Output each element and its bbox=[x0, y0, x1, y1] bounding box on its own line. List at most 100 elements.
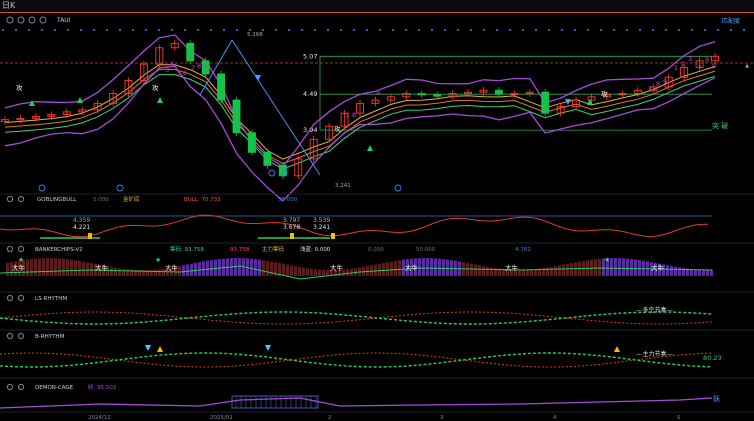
separator-dot bbox=[40, 28, 44, 32]
chip-bar bbox=[42, 258, 45, 276]
separator-dot bbox=[469, 28, 473, 32]
separator-dot bbox=[651, 28, 655, 32]
panel2-item: 4.762 bbox=[515, 247, 531, 253]
buy-triangle bbox=[157, 97, 163, 103]
chip-bar bbox=[474, 264, 477, 276]
separator-dot bbox=[300, 28, 304, 32]
separator-dot bbox=[560, 28, 564, 32]
seq-number: 4 bbox=[170, 60, 174, 68]
chip-bar bbox=[198, 262, 201, 276]
panel-icon[interactable] bbox=[6, 245, 14, 253]
goblin-value: 3.797 bbox=[283, 217, 300, 224]
cage-box bbox=[231, 395, 319, 409]
panel-icon[interactable] bbox=[6, 332, 14, 340]
chip-bar bbox=[326, 269, 329, 276]
big-bull-label: 大牛 bbox=[405, 263, 419, 272]
panel-icon[interactable] bbox=[6, 294, 14, 302]
panel-icon[interactable] bbox=[17, 383, 25, 391]
chip-bar bbox=[202, 261, 205, 276]
chip-bar bbox=[710, 269, 713, 276]
settings-icon[interactable] bbox=[6, 16, 14, 24]
separator-dot bbox=[365, 28, 369, 32]
chip-bar bbox=[678, 267, 681, 276]
star-icon: ★ bbox=[604, 256, 610, 264]
circle-marker bbox=[268, 169, 276, 177]
chip-bar bbox=[270, 261, 273, 276]
b-note: ---主力节奏--- bbox=[636, 350, 673, 358]
attack-label: 攻 bbox=[601, 89, 608, 98]
chip-bar bbox=[70, 259, 73, 276]
chip-bar bbox=[50, 258, 53, 276]
seq-number: 8 bbox=[352, 111, 356, 119]
panel-icon[interactable] bbox=[17, 332, 25, 340]
price-label-high: 5.07 bbox=[303, 52, 317, 60]
close-icon[interactable] bbox=[28, 16, 36, 24]
chip-bar bbox=[126, 269, 129, 276]
separator-dot bbox=[573, 28, 577, 32]
gold-bar bbox=[331, 233, 335, 239]
chip-bar bbox=[562, 264, 565, 276]
chip-bar bbox=[434, 258, 437, 276]
chip-bar bbox=[150, 269, 153, 276]
x-axis-label: 4 bbox=[553, 415, 557, 421]
chip-bar bbox=[158, 269, 161, 276]
goblin-line bbox=[0, 214, 709, 238]
x-axis-label: 3 bbox=[440, 415, 444, 421]
chip-bar bbox=[466, 262, 469, 276]
separator-dot bbox=[274, 28, 278, 32]
chip-bar bbox=[470, 263, 473, 276]
more-icon[interactable] bbox=[39, 16, 47, 24]
big-bull-label: 大牛 bbox=[12, 263, 26, 272]
panel5-title: DEMON-CAGE bbox=[35, 385, 74, 391]
panel2-item: 浅蓝: 0.000 bbox=[300, 245, 331, 253]
buy-triangle bbox=[77, 97, 83, 103]
eye-icon[interactable] bbox=[17, 16, 25, 24]
chip-bar bbox=[78, 260, 81, 276]
chip-bar bbox=[674, 266, 677, 276]
attack-label: 攻 bbox=[152, 83, 159, 92]
seq-number: 6 bbox=[183, 69, 187, 77]
separator-dot bbox=[222, 28, 226, 32]
sell-triangle bbox=[255, 75, 261, 81]
seq-number: 8 bbox=[656, 80, 660, 88]
high-marker: 5.268 bbox=[247, 32, 263, 38]
chip-bar bbox=[550, 266, 553, 276]
x-axis-label: 2025/01 bbox=[210, 415, 233, 421]
panel-icon[interactable] bbox=[6, 195, 14, 203]
goblin-value: 4.221 bbox=[73, 224, 90, 231]
separator-dot bbox=[742, 28, 746, 32]
chip-bar bbox=[290, 265, 293, 276]
separator-dot bbox=[391, 28, 395, 32]
chip-bar bbox=[670, 266, 673, 276]
panel-icon[interactable] bbox=[6, 383, 14, 391]
chip-bar bbox=[62, 258, 65, 276]
chip-bar bbox=[154, 269, 157, 276]
separator-dot bbox=[261, 28, 265, 32]
chip-bar bbox=[694, 269, 697, 276]
separator-dot bbox=[508, 28, 512, 32]
indicator-name: TAUI bbox=[56, 17, 71, 24]
chip-bar bbox=[250, 258, 253, 276]
chip-bar bbox=[594, 259, 597, 276]
match-label: 匹配度 bbox=[722, 17, 740, 25]
chip-bar bbox=[58, 258, 61, 276]
separator-dot bbox=[14, 28, 18, 32]
chip-bar bbox=[74, 260, 77, 276]
panel2-item: 主力筹码 bbox=[262, 245, 285, 253]
separator-dot bbox=[248, 28, 252, 32]
chip-bar bbox=[346, 269, 349, 276]
chip-bar bbox=[314, 269, 317, 276]
chip-bar bbox=[446, 259, 449, 276]
big-bull-label: 大牛 bbox=[330, 263, 344, 272]
goblin-value: 4.359 bbox=[73, 217, 90, 224]
panel-icon[interactable] bbox=[17, 195, 25, 203]
panel-icon[interactable] bbox=[17, 245, 25, 253]
candle-body bbox=[186, 42, 195, 62]
separator-dot bbox=[716, 28, 720, 32]
seq-number: 8 bbox=[705, 56, 709, 64]
seq-number: 7 bbox=[698, 64, 702, 72]
panel-icon[interactable] bbox=[17, 294, 25, 302]
chip-bar bbox=[286, 264, 289, 276]
ma-orange bbox=[4, 68, 716, 165]
separator-dot bbox=[443, 28, 447, 32]
